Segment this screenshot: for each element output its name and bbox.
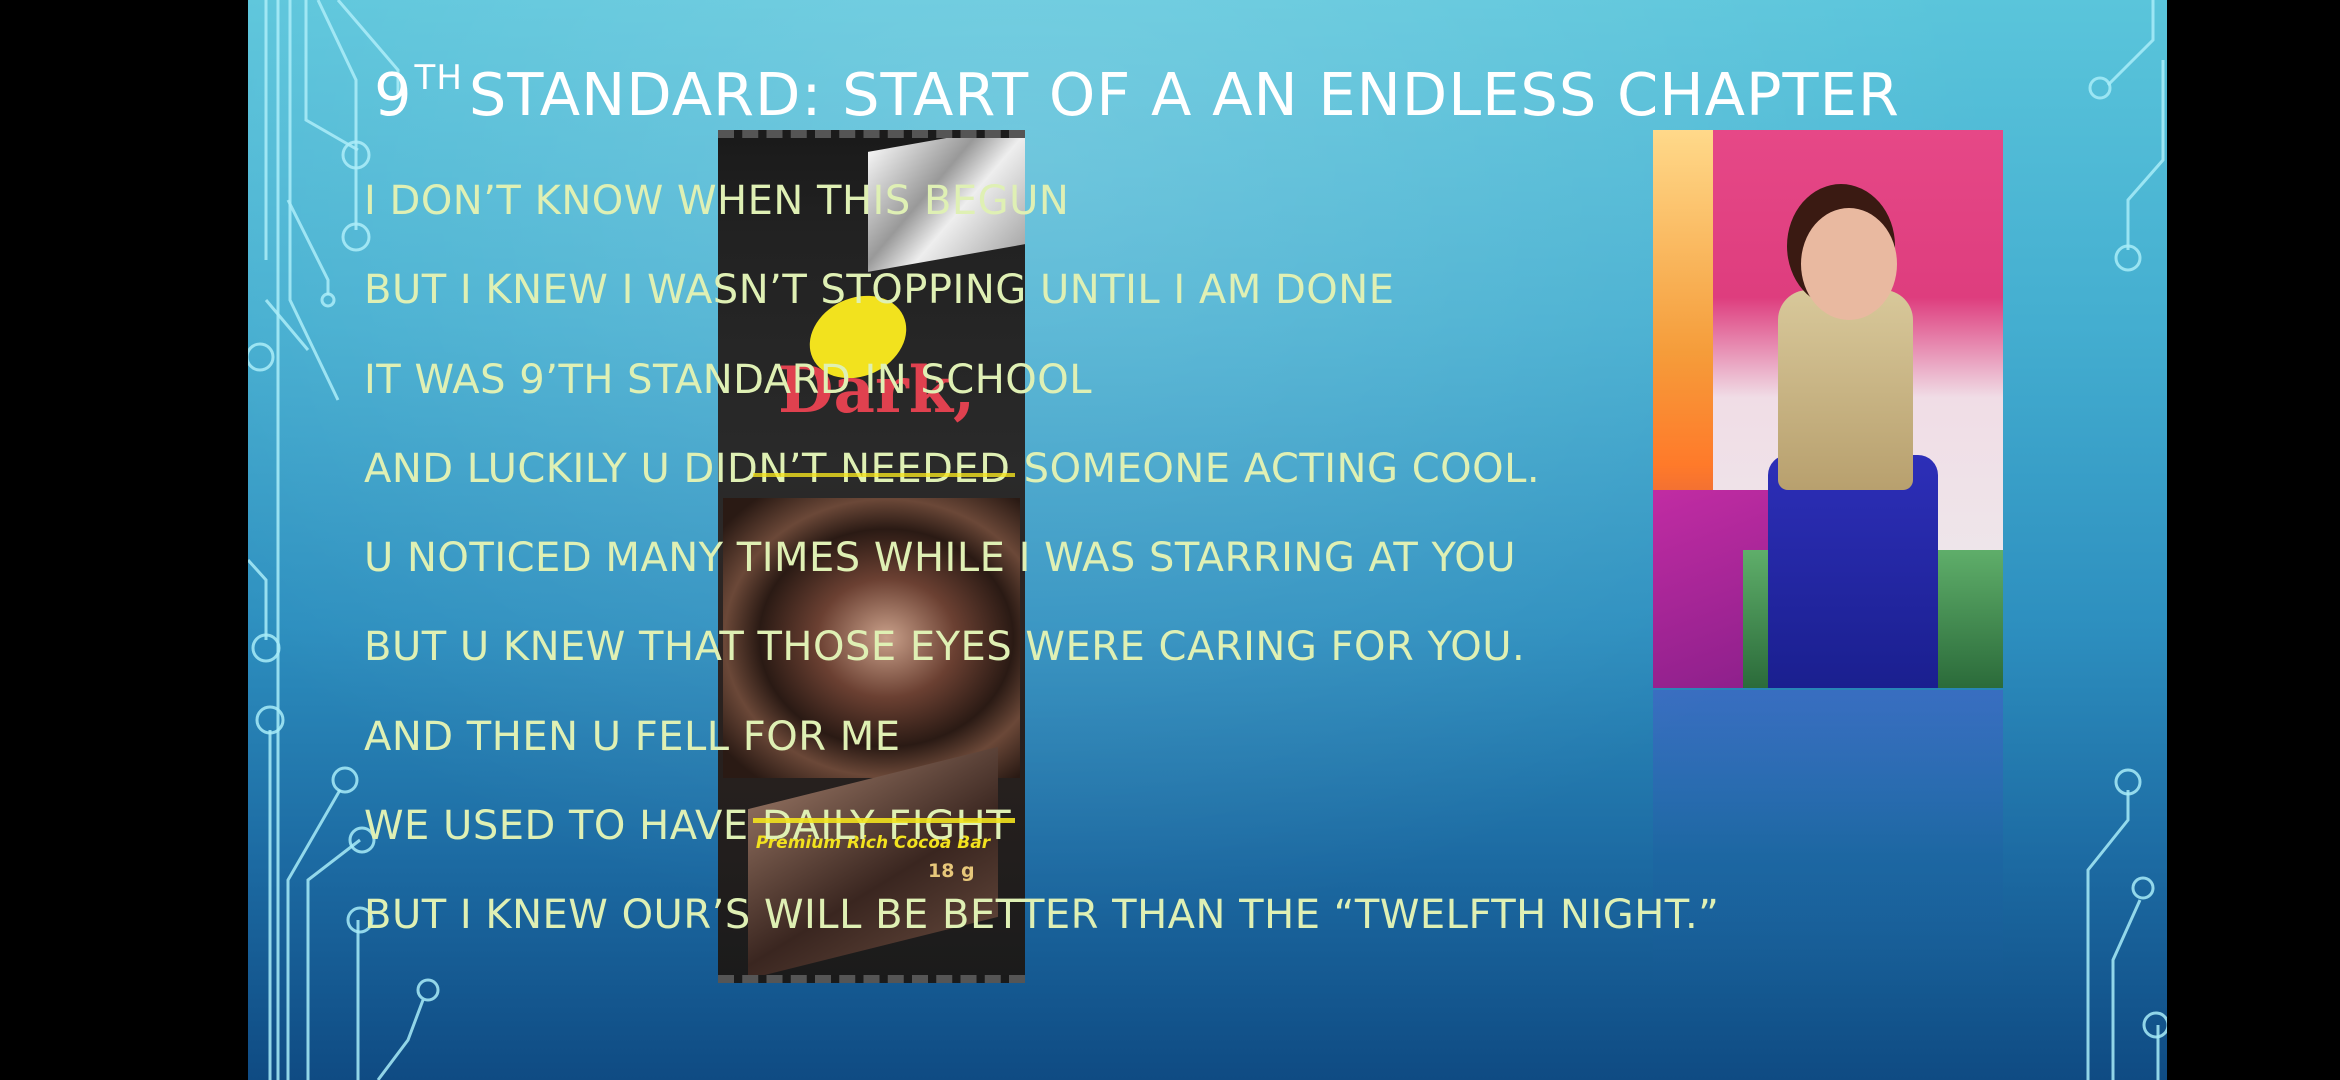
poem-lines: I DON’T KNOW WHEN THIS BEGUN BUT I KNEW … [364, 170, 1719, 974]
wrapper-stripe [753, 818, 1015, 823]
slide-title: 9TH STANDARD: START OF A AN ENDLESS CHAPT… [374, 58, 1934, 129]
title-text: STANDARD: START OF A AN ENDLESS CHAPTER [468, 60, 1900, 129]
poem-line: U NOTICED MANY TIMES WHILE I WAS STARRIN… [364, 535, 1516, 582]
poem-line: BUT I KNEW I WASN’T STOPPING UNTIL I AM … [364, 267, 1395, 314]
circuit-decoration-right [2086, 0, 2167, 1080]
poem-line: AND THEN U FELL FOR ME [364, 713, 901, 760]
poem-line: WE USED TO HAVE DAILY FIGHT [364, 803, 1012, 850]
title-prefix: 9 [374, 60, 413, 129]
title-superscript: TH [414, 58, 463, 98]
poem-line: I DON’T KNOW WHEN THIS BEGUN [364, 178, 1070, 224]
poem-line: BUT U KNEW THAT THOSE EYES WERE CARING F… [364, 624, 1526, 671]
poem-line: BUT I KNEW OUR’S WILL BE BETTER THAN THE… [364, 892, 1720, 939]
poem-line: IT WAS 9’TH STANDARD IN SCHOOL [364, 356, 1093, 403]
presentation-slide: Dark, Premium Rich Cocoa Bar 18 g 9TH STA… [248, 0, 2167, 1080]
poem-line: AND LUCKILY U DIDN’T NEEDED SOMEONE ACTI… [364, 445, 1541, 492]
letterbox-right [2167, 0, 2340, 1080]
wrapper-stripe [753, 473, 1015, 477]
photo-head [1801, 208, 1897, 320]
photo-torso [1778, 290, 1913, 490]
letterbox-left [0, 0, 248, 1080]
